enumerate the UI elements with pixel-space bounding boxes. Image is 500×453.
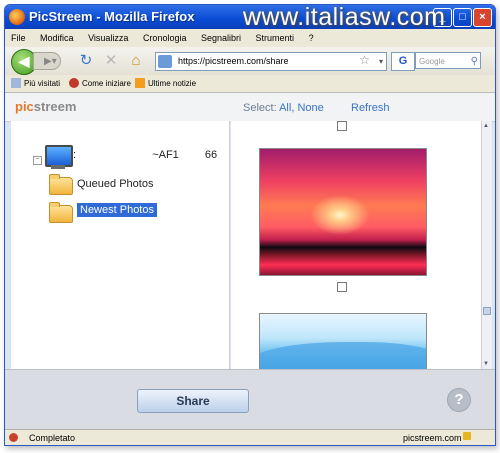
- picstreem-logo: picstreem: [15, 99, 77, 114]
- title-bar: PicStreem - Mozilla Firefox www.italiasw…: [5, 4, 495, 31]
- scroll-thumb[interactable]: [483, 307, 491, 315]
- scroll-down-arrow[interactable]: ▼: [483, 361, 489, 367]
- device-name-suffix: 66: [204, 149, 218, 161]
- forward-button[interactable]: ▶▾: [33, 52, 61, 70]
- search-engine-selector[interactable]: G: [391, 52, 415, 71]
- browser-window: PicStreem - Mozilla Firefox www.italiasw…: [4, 4, 496, 446]
- queued-photos-folder[interactable]: Queued Photos: [77, 178, 153, 190]
- status-bar: Completato picstreem.com: [5, 429, 495, 445]
- firefox-icon: [69, 78, 79, 88]
- computer-icon: [45, 145, 73, 167]
- newest-photos-folder[interactable]: Newest Photos: [77, 203, 157, 217]
- device-name[interactable]: : ~AF1 66: [73, 149, 217, 161]
- bookmark-ultime-notizie[interactable]: Ultime notizie: [135, 78, 196, 88]
- bookmark-label: Più visitati: [24, 79, 61, 88]
- bookmark-piu-visitati[interactable]: Più visitati: [11, 78, 60, 88]
- watermark: www.italiasw.com: [243, 4, 446, 31]
- menu-segnalibri[interactable]: Segnalibri: [201, 33, 241, 43]
- share-button[interactable]: Share: [137, 389, 249, 413]
- bookmark-come-iniziare[interactable]: Come iniziare: [69, 78, 131, 88]
- menu-help[interactable]: ?: [309, 33, 314, 43]
- status-icon: [9, 433, 18, 442]
- vertical-scrollbar[interactable]: ▲ ▼: [481, 121, 492, 369]
- bookmarks-icon: [11, 78, 21, 88]
- url-dropdown-icon[interactable]: ▾: [379, 53, 383, 70]
- photo-thumbnail-sunset[interactable]: [259, 148, 427, 276]
- collapse-toggle[interactable]: −: [33, 156, 42, 165]
- home-icon[interactable]: ⌂: [127, 52, 145, 70]
- menu-strumenti[interactable]: Strumenti: [256, 33, 295, 43]
- select-controls: Select: All, None: [243, 102, 324, 114]
- stop-icon[interactable]: ✕: [102, 52, 120, 70]
- minimize-button[interactable]: _: [433, 8, 452, 27]
- device-tree-panel: − : ~AF1 66 Queued Photos Newest Photos: [11, 121, 230, 369]
- close-button[interactable]: ×: [473, 8, 492, 27]
- lock-icon[interactable]: [463, 432, 471, 440]
- open-folder-icon: [49, 202, 73, 223]
- scroll-up-arrow[interactable]: ▲: [483, 123, 489, 129]
- folder-icon: [49, 174, 73, 195]
- select-none-link[interactable]: None: [297, 102, 323, 114]
- address-bar[interactable]: https://picstreem.com/share ☆ ▾: [155, 52, 387, 71]
- status-text: Completato: [29, 433, 76, 443]
- bookmark-label: Ultime notizie: [148, 79, 197, 88]
- search-icon[interactable]: ⚲: [471, 53, 478, 70]
- menu-file[interactable]: File: [11, 33, 26, 43]
- photo-thumbnail-mountains[interactable]: [259, 313, 427, 375]
- maximize-button[interactable]: □: [453, 8, 472, 27]
- address-text[interactable]: https://picstreem.com/share: [178, 53, 289, 70]
- action-footer: Share ?: [5, 369, 495, 430]
- site-identity-icon[interactable]: [158, 55, 172, 68]
- app-header: picstreem Select: All, None Refresh: [5, 93, 495, 122]
- rss-icon: [135, 78, 145, 88]
- search-input[interactable]: Google ⚲: [415, 52, 481, 69]
- device-name-prefix: :: [73, 149, 77, 161]
- help-button[interactable]: ?: [447, 388, 471, 412]
- select-label: Select:: [243, 102, 277, 114]
- menu-cronologia[interactable]: Cronologia: [143, 33, 187, 43]
- photo-checkbox[interactable]: [337, 121, 347, 131]
- bookmark-label: Come iniziare: [82, 79, 131, 88]
- device-name-id: ~AF1: [152, 149, 179, 161]
- menu-visualizza[interactable]: Visualizza: [88, 33, 128, 43]
- menu-bar: File Modifica Visualizza Cronologia Segn…: [5, 29, 495, 47]
- bookmarks-toolbar: Più visitati Come iniziare Ultime notizi…: [5, 75, 495, 93]
- select-all-link[interactable]: All,: [279, 102, 294, 114]
- menu-modifica[interactable]: Modifica: [40, 33, 74, 43]
- firefox-icon: [9, 9, 25, 25]
- bookmark-star-icon[interactable]: ☆: [359, 52, 370, 69]
- navigation-toolbar: ◀ ▶▾ ↻ ✕ ⌂ https://picstreem.com/share ☆…: [5, 47, 495, 76]
- status-domain: picstreem.com: [403, 433, 462, 443]
- reload-icon[interactable]: ↻: [77, 52, 95, 70]
- refresh-link[interactable]: Refresh: [351, 102, 390, 114]
- sunset-glow: [310, 195, 370, 235]
- computer-stand: [51, 165, 65, 169]
- window-title: PicStreem - Mozilla Firefox: [29, 9, 195, 24]
- search-placeholder: Google: [419, 57, 445, 66]
- photo-grid: [231, 121, 481, 375]
- photo-checkbox[interactable]: [337, 282, 347, 292]
